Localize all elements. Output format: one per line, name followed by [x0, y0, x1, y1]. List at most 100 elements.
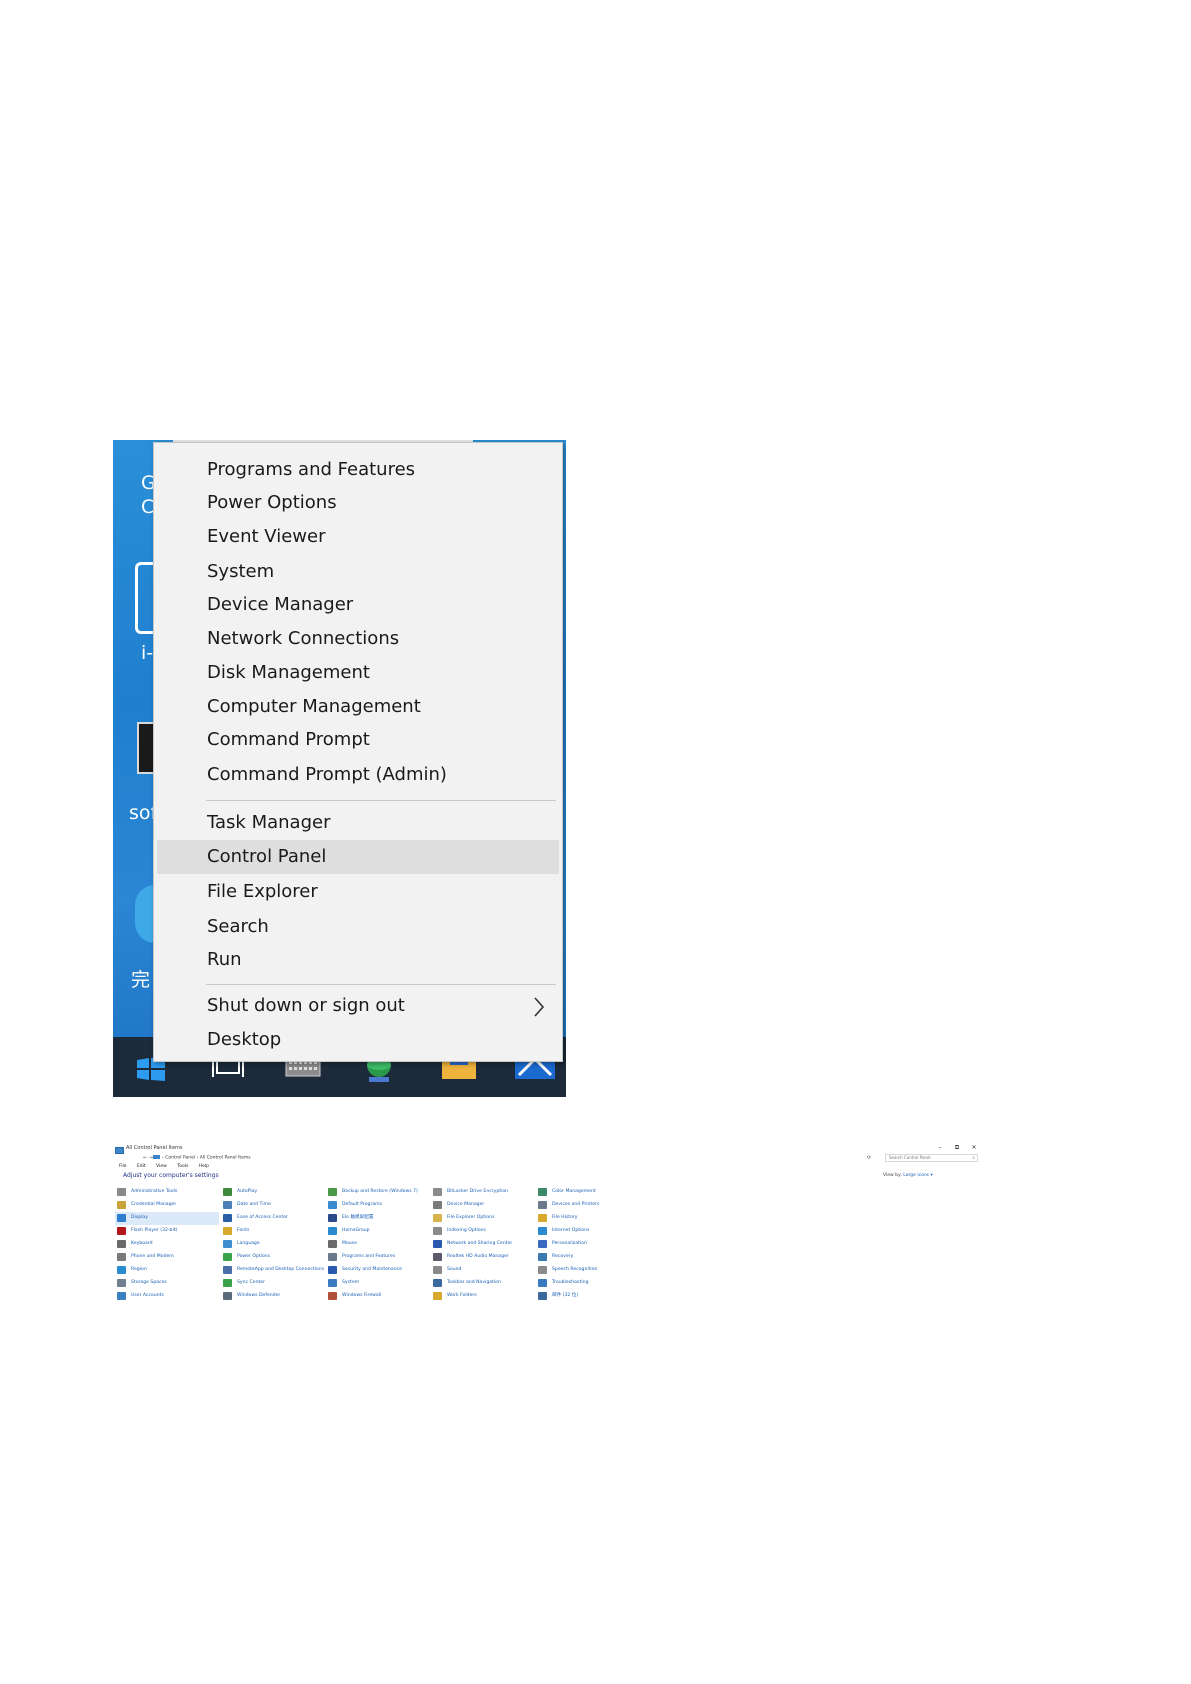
control-panel-item-icon — [223, 1214, 232, 1222]
menu-item-command-prompt-admin[interactable]: Command Prompt (Admin) — [157, 758, 559, 792]
control-panel-item[interactable]: Indexing Options — [431, 1225, 535, 1238]
menu-item-run[interactable]: Run — [157, 943, 559, 977]
control-panel-item[interactable]: Recovery — [536, 1251, 640, 1264]
control-panel-item-label: Color Management — [552, 1189, 596, 1194]
search-input[interactable]: Search Control Panel ⌕ — [885, 1154, 978, 1162]
control-panel-item[interactable]: Keyboard — [115, 1238, 219, 1251]
control-panel-item[interactable]: Devices and Printers — [536, 1199, 640, 1212]
control-panel-item-icon — [538, 1292, 547, 1300]
control-panel-item-label: Programs and Features — [342, 1254, 396, 1259]
control-panel-item[interactable]: Troubleshooting — [536, 1277, 640, 1290]
control-panel-item-label: Personalization — [552, 1241, 587, 1246]
control-panel-item[interactable]: Administrative Tools — [115, 1186, 219, 1199]
control-panel-item-icon — [223, 1279, 232, 1287]
control-panel-item[interactable]: Programs and Features — [326, 1251, 430, 1264]
control-panel-item[interactable]: Display — [115, 1212, 219, 1225]
menu-item-command-prompt[interactable]: Command Prompt — [157, 723, 559, 757]
control-panel-item[interactable]: User Accounts — [115, 1290, 219, 1303]
control-panel-item[interactable]: Windows Firewall — [326, 1290, 430, 1303]
menu-item-label: Network Connections — [207, 628, 400, 649]
control-panel-item[interactable]: Realtek HD Audio Manager — [431, 1251, 535, 1264]
control-panel-item[interactable]: RemoteApp and Desktop Connections — [221, 1264, 325, 1277]
control-panel-item[interactable]: Elo 触摸屏配置 — [326, 1212, 430, 1225]
control-panel-item-label: Storage Spaces — [131, 1280, 167, 1285]
control-panel-item[interactable]: Taskbar and Navigation — [431, 1277, 535, 1290]
control-panel-item[interactable]: Storage Spaces — [115, 1277, 219, 1290]
control-panel-item[interactable]: Color Management — [536, 1186, 640, 1199]
breadcrumb-item[interactable]: Control Panel — [165, 1156, 195, 1161]
control-panel-item[interactable]: Sync Center — [221, 1277, 325, 1290]
control-panel-item[interactable]: Phone and Modem — [115, 1251, 219, 1264]
control-panel-item-icon — [223, 1240, 232, 1248]
menu-help[interactable]: Help — [199, 1164, 209, 1169]
control-panel-item-icon — [223, 1253, 232, 1261]
menu-bar: File Edit View Tools Help — [119, 1164, 218, 1169]
menu-item-power-options[interactable]: Power Options — [157, 486, 559, 520]
control-panel-item-icon — [538, 1188, 547, 1196]
menu-item-disk-management[interactable]: Disk Management — [157, 656, 559, 690]
control-panel-item[interactable]: AutoPlay — [221, 1186, 325, 1199]
menu-item-computer-management[interactable]: Computer Management — [157, 690, 559, 724]
control-panel-item-label: Power Options — [237, 1254, 271, 1259]
control-panel-item[interactable]: Windows Defender — [221, 1290, 325, 1303]
control-panel-item[interactable]: Power Options — [221, 1251, 325, 1264]
control-panel-item[interactable]: Fonts — [221, 1225, 325, 1238]
control-panel-item-label: Speech Recognition — [552, 1267, 598, 1272]
refresh-icon[interactable]: ⟳ — [867, 1155, 871, 1161]
control-panel-item[interactable]: Device Manager — [431, 1199, 535, 1212]
control-panel-item[interactable]: Credential Manager — [115, 1199, 219, 1212]
menu-item-shut-down-or-sign-out[interactable]: Shut down or sign out — [157, 989, 559, 1023]
control-panel-item-icon — [328, 1240, 337, 1248]
control-panel-item[interactable]: Default Programs — [326, 1199, 430, 1212]
minimize-button[interactable]: – — [933, 1144, 947, 1151]
view-by-dropdown[interactable]: Large icons ▾ — [903, 1173, 932, 1178]
menu-edit[interactable]: Edit — [137, 1164, 146, 1169]
menu-item-task-manager[interactable]: Task Manager — [157, 806, 559, 840]
control-panel-item[interactable]: File Explorer Options — [431, 1212, 535, 1225]
control-panel-item[interactable]: Speech Recognition — [536, 1264, 640, 1277]
control-panel-item-icon — [117, 1266, 126, 1274]
control-panel-item[interactable]: Language — [221, 1238, 325, 1251]
control-panel-item[interactable]: 邮件 (32 位) — [536, 1290, 640, 1303]
menu-item-event-viewer[interactable]: Event Viewer — [157, 520, 559, 554]
menu-item-file-explorer[interactable]: File Explorer — [157, 875, 559, 909]
menu-item-control-panel[interactable]: Control Panel — [157, 840, 559, 874]
control-panel-item-icon — [328, 1201, 337, 1209]
menu-item-device-manager[interactable]: Device Manager — [157, 588, 559, 622]
maximize-button[interactable]: ⧉ — [950, 1144, 964, 1152]
control-panel-item[interactable]: Sound — [431, 1264, 535, 1277]
control-panel-item[interactable]: Region — [115, 1264, 219, 1277]
control-panel-item[interactable]: Network and Sharing Center — [431, 1238, 535, 1251]
breadcrumb-item[interactable]: All Control Panel Items — [200, 1156, 251, 1161]
control-panel-item[interactable]: Personalization — [536, 1238, 640, 1251]
breadcrumb[interactable]: › Control Panel › All Control Panel Item… — [153, 1155, 251, 1161]
control-panel-item[interactable]: Work Folders — [431, 1290, 535, 1303]
control-panel-item[interactable]: Mouse — [326, 1238, 430, 1251]
menu-item-system[interactable]: System — [157, 555, 559, 589]
menu-item-programs-and-features[interactable]: Programs and Features — [157, 453, 559, 487]
menu-item-desktop[interactable]: Desktop — [157, 1023, 559, 1057]
control-panel-item[interactable]: Internet Options — [536, 1225, 640, 1238]
close-button[interactable]: ✕ — [967, 1144, 981, 1151]
control-panel-item[interactable]: System — [326, 1277, 430, 1290]
menu-file[interactable]: File — [119, 1164, 127, 1169]
control-panel-item[interactable]: Ease of Access Center — [221, 1212, 325, 1225]
menu-view[interactable]: View — [156, 1164, 167, 1169]
menu-item-network-connections[interactable]: Network Connections — [157, 622, 559, 656]
control-panel-item[interactable]: BitLocker Drive Encryption — [431, 1186, 535, 1199]
menu-tools[interactable]: Tools — [177, 1164, 188, 1169]
control-panel-item-icon — [223, 1227, 232, 1235]
menu-item-search[interactable]: Search — [157, 910, 559, 944]
control-panel-item[interactable]: Date and Time — [221, 1199, 325, 1212]
control-panel-item[interactable]: Flash Player (32-bit) — [115, 1225, 219, 1238]
control-panel-item[interactable]: Security and Maintenance — [326, 1264, 430, 1277]
control-panel-item[interactable]: Backup and Restore (Windows 7) — [326, 1186, 430, 1199]
control-panel-item[interactable]: HomeGroup — [326, 1225, 430, 1238]
search-placeholder: Search Control Panel — [889, 1155, 931, 1160]
control-panel-item-label: Credential Manager — [131, 1202, 177, 1207]
view-by-control[interactable]: View by: Large icons ▾ — [883, 1173, 933, 1178]
menu-item-label: Search — [207, 916, 269, 937]
control-panel-item[interactable]: File History — [536, 1212, 640, 1225]
control-panel-item-label: Backup and Restore (Windows 7) — [342, 1189, 418, 1194]
page: G C i- sof 完 Programs and Features Power… — [0, 0, 1191, 1684]
